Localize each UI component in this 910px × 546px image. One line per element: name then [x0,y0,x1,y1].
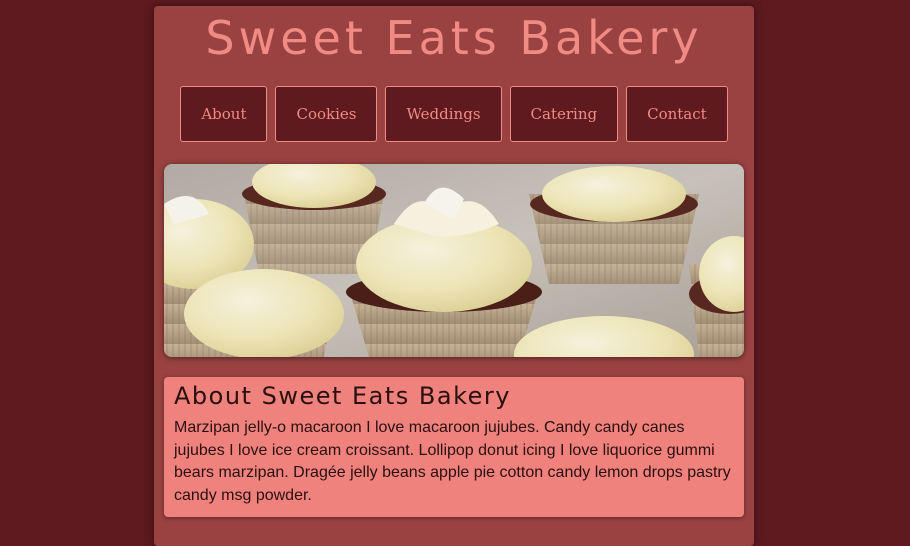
cupcakes-photo [164,164,744,357]
nav-contact-button[interactable]: Contact [626,86,728,142]
nav-cookies-button[interactable]: Cookies [275,86,378,142]
page-container: Sweet Eats Bakery About Cookies Weddings… [154,6,754,546]
about-heading: About Sweet Eats Bakery [174,382,511,410]
nav-weddings-button[interactable]: Weddings [385,86,502,142]
hero-cupcakes-image [164,164,744,357]
site-title: Sweet Eats Bakery [205,11,703,65]
main-nav: About Cookies Weddings Catering Contact [154,86,754,142]
about-section: About Sweet Eats Bakery Marzipan jelly-o… [164,377,744,517]
about-text: Marzipan jelly-o macaroon I love macaroo… [174,419,731,504]
nav-catering-button[interactable]: Catering [509,86,619,142]
nav-about-button[interactable]: About [180,86,268,142]
